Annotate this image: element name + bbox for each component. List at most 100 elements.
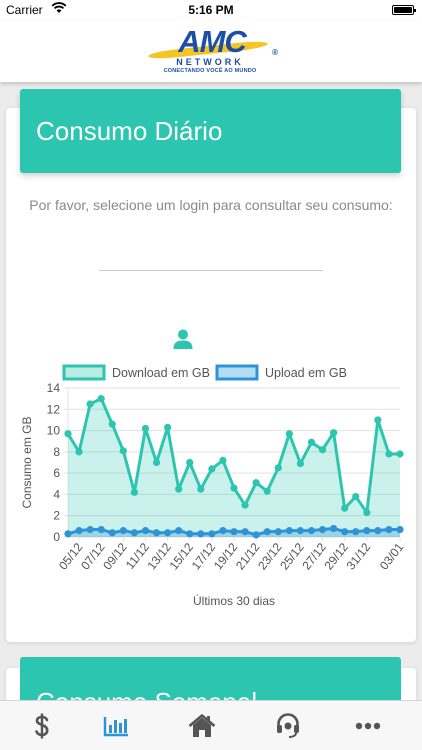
y-tick-label: 8 bbox=[53, 445, 60, 459]
clock: 5:16 PM bbox=[188, 3, 234, 17]
logo-registered: ® bbox=[272, 48, 278, 57]
data-point bbox=[363, 508, 371, 517]
y-tick-label: 14 bbox=[47, 381, 61, 395]
data-point bbox=[307, 438, 316, 446]
daily-card-title: Consumo Diário bbox=[36, 116, 223, 146]
data-point bbox=[219, 527, 227, 535]
x-tick-label: 21/12 bbox=[233, 540, 263, 573]
data-point bbox=[197, 530, 205, 538]
data-point bbox=[241, 528, 249, 536]
data-point bbox=[374, 416, 382, 424]
user-icon[interactable] bbox=[172, 328, 194, 350]
amc-network-logo: AMC ® NETWORK CONECTANDO VOCÊ AO MUNDO bbox=[146, 24, 278, 78]
data-point bbox=[64, 530, 72, 538]
data-point bbox=[164, 423, 172, 431]
y-tick-label: 0 bbox=[53, 530, 60, 544]
home-icon bbox=[188, 714, 216, 737]
battery-level bbox=[394, 7, 412, 13]
data-point bbox=[252, 531, 260, 539]
data-point bbox=[75, 527, 83, 535]
x-tick-label: 15/12 bbox=[167, 540, 197, 573]
chart-legend: Download em GB Upload em GB bbox=[62, 364, 347, 381]
tab-support[interactable] bbox=[246, 701, 330, 750]
data-point bbox=[119, 447, 127, 455]
data-point bbox=[141, 424, 150, 433]
data-point bbox=[263, 528, 271, 536]
data-point bbox=[318, 446, 327, 454]
data-point bbox=[341, 528, 349, 536]
data-point bbox=[119, 527, 127, 535]
data-point bbox=[108, 529, 116, 537]
data-point bbox=[230, 528, 238, 536]
battery-icon bbox=[392, 5, 416, 15]
tab-billing[interactable] bbox=[0, 701, 84, 750]
more-icon bbox=[355, 722, 381, 730]
data-point bbox=[75, 448, 83, 456]
data-point bbox=[241, 501, 249, 509]
data-point bbox=[175, 485, 183, 493]
data-point bbox=[175, 527, 183, 535]
data-point bbox=[186, 458, 194, 467]
daily-card-header: Consumo Diário bbox=[20, 89, 401, 173]
y-tick-label: 4 bbox=[53, 487, 60, 501]
data-point bbox=[285, 527, 293, 535]
data-point bbox=[152, 529, 161, 537]
data-point bbox=[385, 525, 393, 534]
x-tick-label: 31/12 bbox=[344, 540, 374, 573]
status-bar: Carrier 5:16 PM bbox=[0, 0, 422, 20]
x-axis-label: Últimos 30 dias bbox=[193, 593, 275, 608]
data-point bbox=[97, 395, 105, 403]
data-point bbox=[152, 458, 161, 467]
data-point bbox=[330, 429, 338, 437]
data-point bbox=[252, 479, 260, 487]
bar-chart-icon bbox=[103, 717, 128, 737]
x-tick-label: 19/12 bbox=[211, 540, 241, 573]
tab-consumption[interactable] bbox=[74, 701, 158, 750]
app-header: AMC ® NETWORK CONECTANDO VOCÊ AO MUNDO bbox=[0, 20, 422, 82]
data-point bbox=[208, 530, 216, 538]
x-tick-label: 29/12 bbox=[322, 540, 352, 573]
logo-word: AMC bbox=[178, 24, 247, 59]
data-point bbox=[186, 530, 194, 538]
x-tick-label: 09/12 bbox=[100, 540, 130, 573]
data-point bbox=[352, 528, 360, 536]
x-tick-label: 23/12 bbox=[255, 540, 285, 573]
tab-more[interactable] bbox=[326, 701, 410, 750]
series-area bbox=[68, 398, 400, 537]
logo-tagline: CONECTANDO VOCÊ AO MUNDO bbox=[163, 68, 257, 74]
tab-home[interactable] bbox=[160, 701, 244, 750]
login-prompt: Por favor, selecione um login para consu… bbox=[29, 197, 393, 213]
data-point bbox=[396, 525, 404, 534]
data-point bbox=[197, 485, 205, 493]
logo-network: NETWORK bbox=[176, 57, 244, 67]
daily-consumption-chart: Download em GB Upload em GB 0 2 4 6 8 10 12 14 0… bbox=[20, 364, 407, 608]
data-point bbox=[141, 527, 150, 535]
data-point bbox=[263, 487, 271, 495]
data-point bbox=[363, 527, 371, 535]
legend-label: Download em GB bbox=[112, 366, 210, 380]
data-point bbox=[86, 525, 94, 534]
data-point bbox=[296, 459, 304, 468]
tab-bar bbox=[0, 700, 422, 750]
data-point bbox=[296, 527, 304, 535]
y-tick-label: 6 bbox=[53, 466, 60, 480]
data-point bbox=[230, 484, 238, 492]
legend-swatch bbox=[215, 364, 259, 381]
x-tick-label: 07/12 bbox=[78, 540, 108, 573]
login-select-field[interactable] bbox=[99, 257, 323, 271]
y-tick-label: 10 bbox=[47, 424, 61, 438]
chart-series bbox=[64, 395, 404, 539]
data-point bbox=[374, 527, 382, 535]
x-tick-label: 13/12 bbox=[144, 540, 174, 573]
data-point bbox=[208, 465, 216, 473]
data-point bbox=[285, 430, 293, 438]
data-point bbox=[130, 488, 138, 496]
y-axis-ticks: 0 2 4 6 8 10 12 14 bbox=[47, 381, 61, 544]
data-point bbox=[64, 430, 72, 438]
y-tick-label: 12 bbox=[47, 402, 61, 416]
dollar-icon bbox=[35, 713, 49, 739]
data-point bbox=[164, 529, 172, 537]
data-point bbox=[130, 529, 138, 537]
data-point bbox=[219, 456, 227, 464]
x-tick-label: 05/12 bbox=[56, 540, 86, 573]
